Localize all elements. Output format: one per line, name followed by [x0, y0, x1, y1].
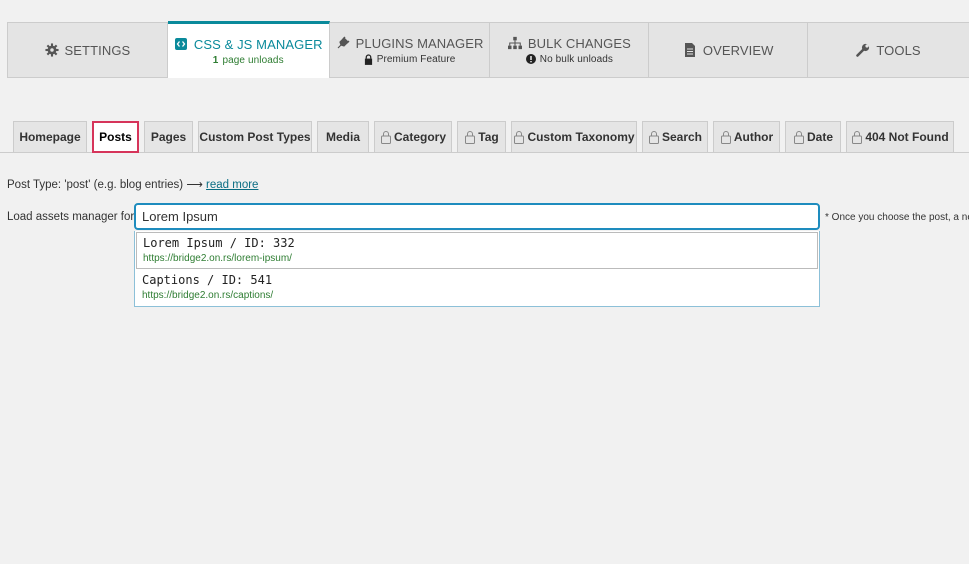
subtab-pages[interactable]: Pages: [144, 121, 193, 152]
subtab-tag[interactable]: Tag: [457, 121, 506, 152]
post-search-input[interactable]: [134, 203, 820, 230]
subtab-media[interactable]: Media: [317, 121, 369, 152]
subtab-label: Tag: [478, 130, 499, 144]
subtab-label: 404 Not Found: [865, 130, 949, 144]
post-type-info: Post Type: 'post' (e.g. blog entries) ⟶ …: [7, 177, 258, 191]
result-item[interactable]: Lorem Ipsum / ID: 332 https://bridge2.on…: [136, 232, 818, 269]
tab-tools[interactable]: TOOLS: [808, 23, 969, 77]
subtab-label: Posts: [99, 130, 132, 144]
subtab-date[interactable]: Date: [785, 121, 841, 152]
subtab-search[interactable]: Search: [642, 121, 708, 152]
tab-css-js-manager-label: CSS & JS MANAGER: [193, 36, 323, 52]
tab-css-js-manager[interactable]: CSS & JS MANAGER 1 page unloads: [167, 21, 330, 78]
lock-icon: [720, 131, 731, 144]
subtab-custom-taxonomy[interactable]: Custom Taxonomy: [511, 121, 637, 152]
bulk-unloads-label: No bulk unloads: [539, 53, 613, 65]
result-item[interactable]: Captions / ID: 541 https://bridge2.on.rs…: [135, 269, 819, 306]
subtab-label: Media: [325, 130, 360, 144]
subtab-custom-post-types[interactable]: Custom Post Types: [198, 121, 312, 152]
subtab-label: Custom Post Types: [199, 130, 311, 144]
subtab-homepage[interactable]: Homepage: [13, 121, 87, 152]
subtab-label: Category: [393, 130, 446, 144]
document-icon: [684, 43, 695, 57]
subtab-label: Pages: [150, 130, 187, 144]
tab-settings[interactable]: SETTINGS: [8, 23, 168, 77]
tab-plugins-manager[interactable]: PLUGINS MANAGER Premium Feature: [330, 23, 491, 77]
lock-icon: [793, 131, 804, 144]
autocomplete-dropdown: Lorem Ipsum / ID: 332 https://bridge2.on…: [134, 231, 820, 307]
subtab-label: Author: [733, 130, 774, 144]
sitemap-icon: [507, 36, 522, 50]
lock-icon: [380, 131, 391, 144]
lock-icon: [465, 131, 476, 144]
tab-settings-label: SETTINGS: [64, 42, 131, 58]
gear-icon: [44, 43, 59, 57]
subtabs-bar: Homepage Posts Pages Custom Post Types M…: [0, 121, 969, 153]
subtab-category[interactable]: Category: [374, 121, 452, 152]
page-unloads-label: page unloads: [222, 54, 284, 66]
post-type-text: Post Type: 'post' (e.g. blog entries) ⟶: [7, 179, 203, 191]
main-nav: SETTINGS CSS & JS MANAGER 1 page unloads …: [7, 21, 969, 78]
lock-icon: [852, 131, 863, 144]
plug-icon: [337, 36, 350, 49]
lock-icon: [648, 131, 659, 144]
code-icon: [174, 38, 187, 50]
subtab-label: Date: [806, 130, 833, 144]
subtab-label: Custom Taxonomy: [527, 130, 635, 144]
tab-overview-label: OVERVIEW: [702, 42, 774, 58]
choose-post-note: * Once you choose the post, a new: [825, 212, 969, 223]
tab-bulk-changes[interactable]: BULK CHANGES No bulk unloads: [490, 23, 650, 77]
result-title: Lorem Ipsum / ID: 332: [143, 236, 295, 250]
tab-bulk-changes-label: BULK CHANGES: [527, 35, 631, 51]
lock-icon: [364, 53, 372, 65]
subtab-posts[interactable]: Posts: [92, 121, 139, 153]
result-url: https://bridge2.on.rs/lorem-ipsum/: [143, 253, 292, 264]
premium-feature-label: Premium Feature: [376, 53, 456, 65]
subtab-author[interactable]: Author: [713, 121, 780, 152]
tab-plugins-manager-label: PLUGINS MANAGER: [355, 35, 484, 51]
info-icon: [525, 54, 536, 64]
read-more-link[interactable]: read more: [206, 179, 258, 191]
lock-icon: [514, 131, 525, 144]
result-title: Captions / ID: 541: [142, 273, 273, 287]
tab-overview[interactable]: OVERVIEW: [649, 23, 809, 77]
result-url: https://bridge2.on.rs/captions/: [142, 290, 274, 301]
subtab-label: Homepage: [19, 130, 81, 144]
tab-tools-label: TOOLS: [876, 42, 921, 58]
page-unloads-count: 1: [212, 54, 219, 66]
subtab-label: Search: [661, 130, 703, 144]
subtab-404-not-found[interactable]: 404 Not Found: [846, 121, 954, 152]
load-assets-label: Load assets manager for:: [7, 211, 138, 223]
wrench-icon: [856, 43, 870, 57]
